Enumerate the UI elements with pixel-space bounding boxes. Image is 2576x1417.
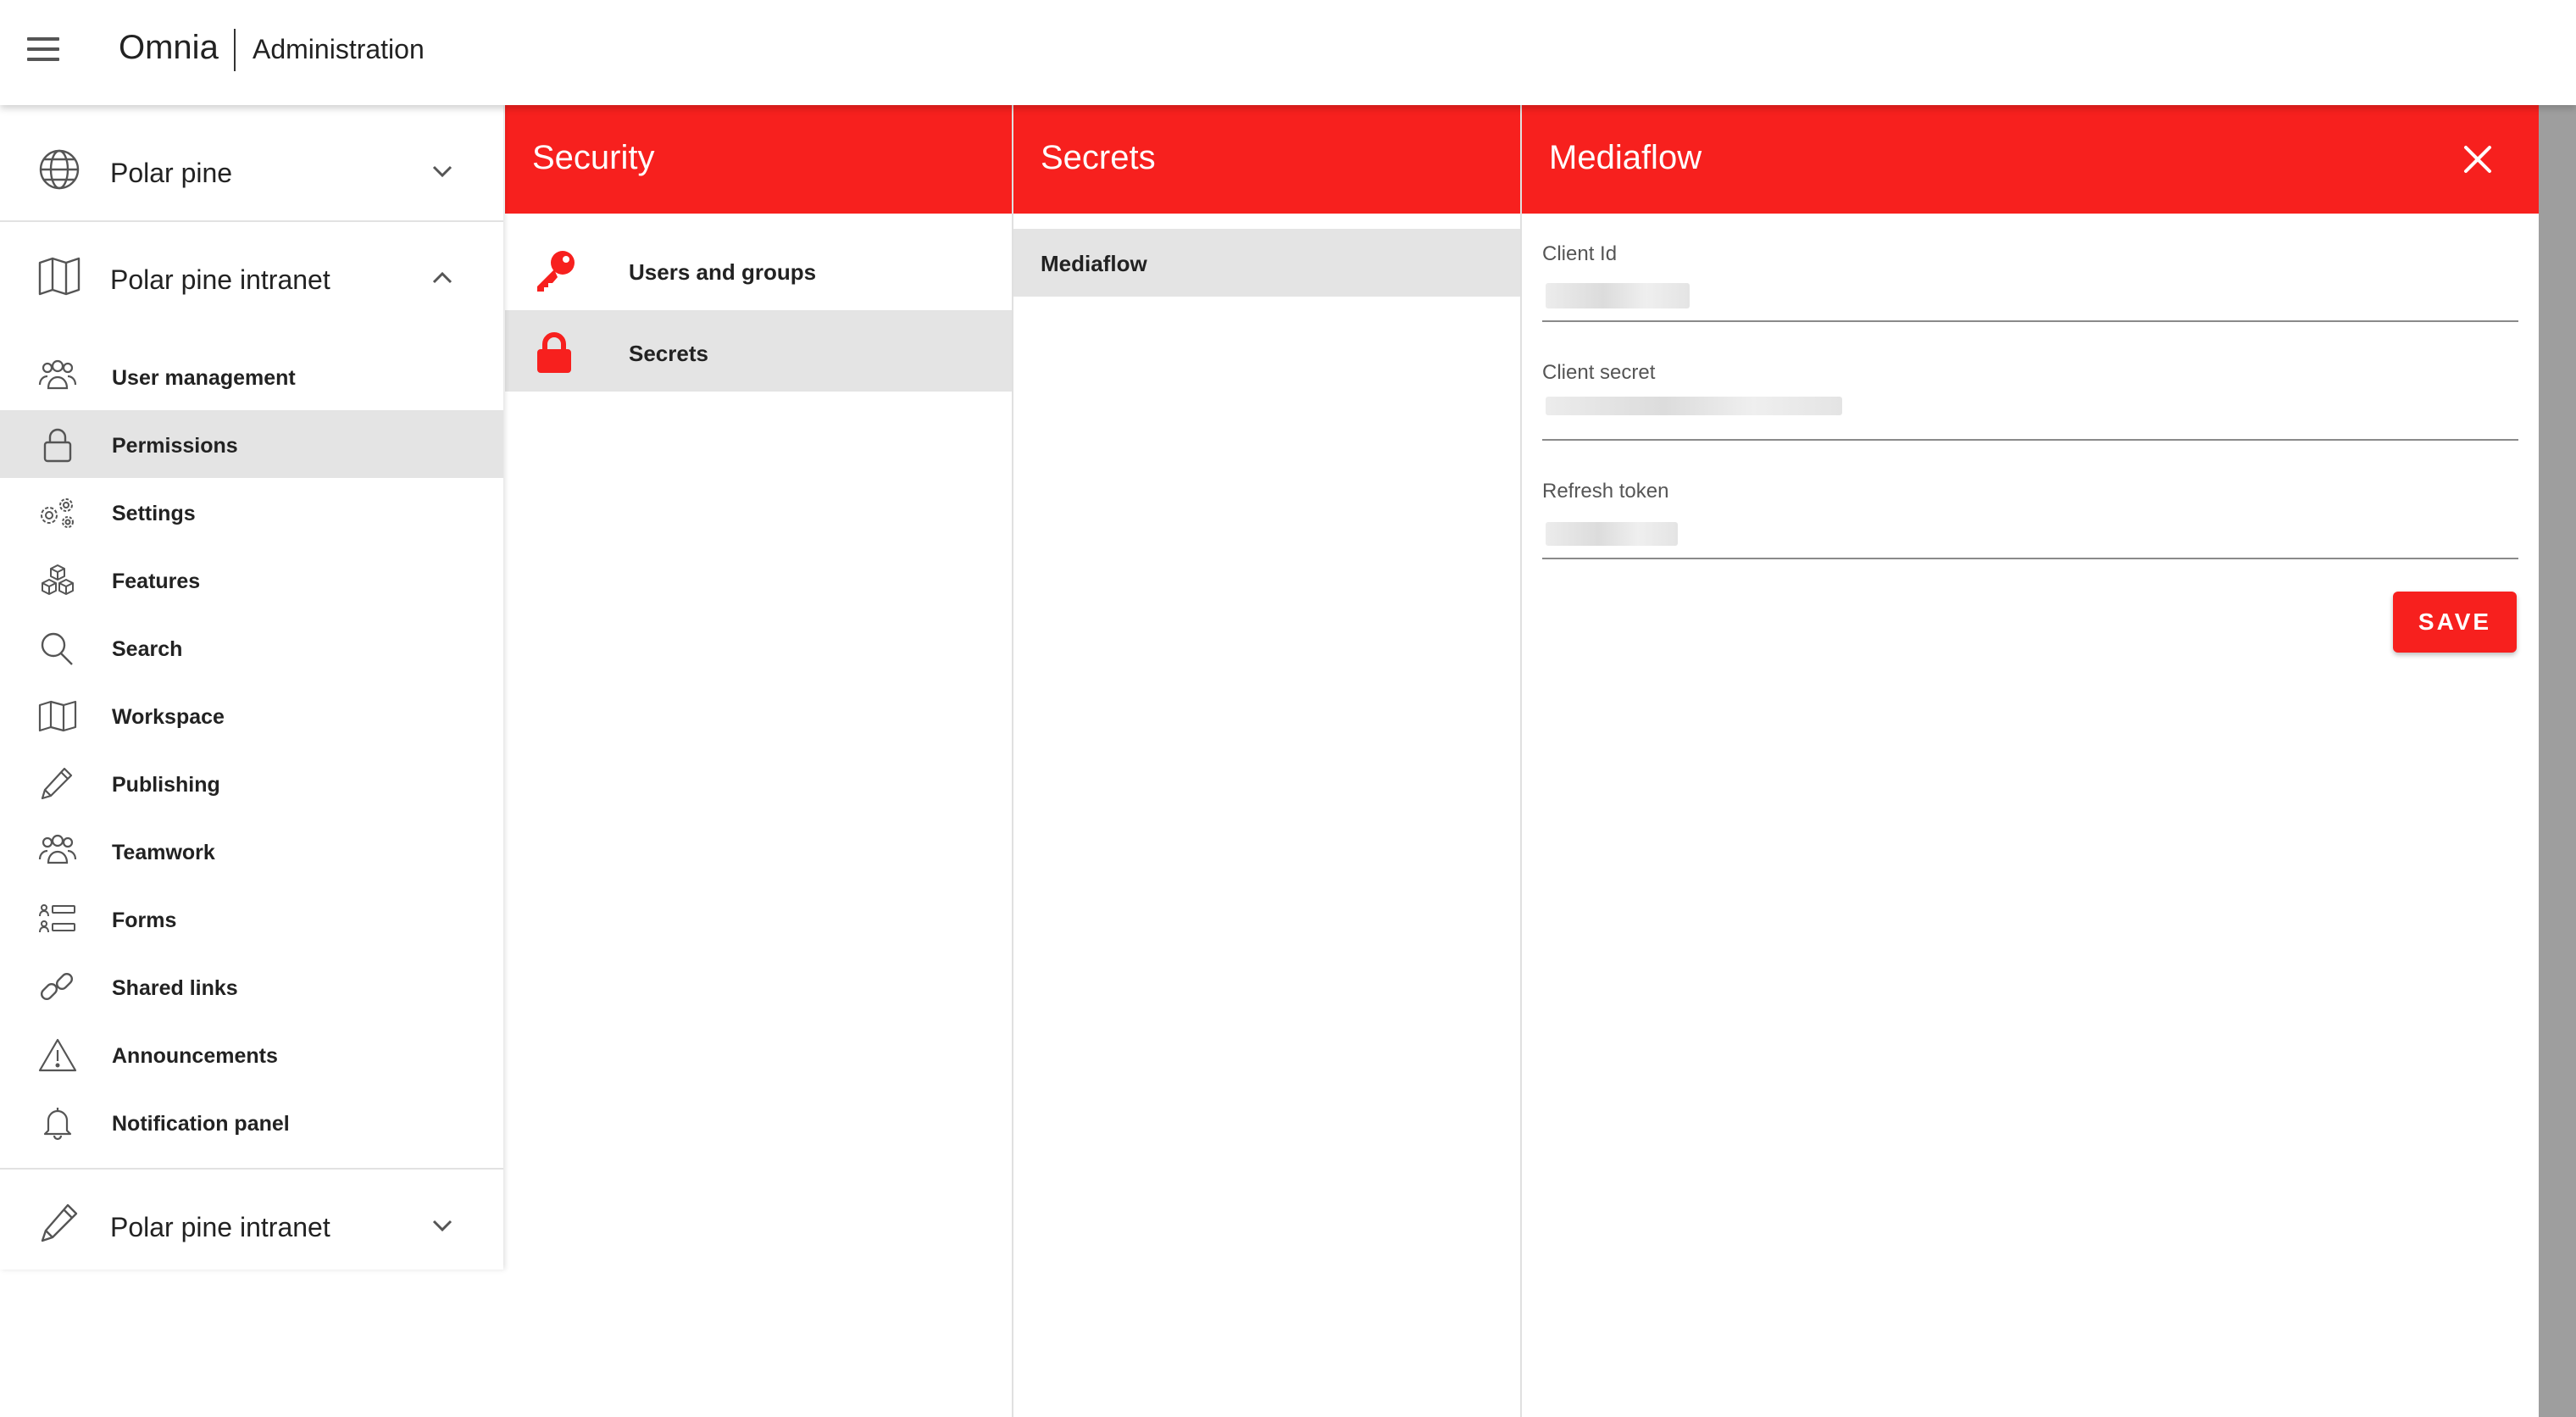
features-icon <box>42 564 74 595</box>
top-app-bar: Omnia Administration <box>0 0 2576 105</box>
list-item-label: Users and groups <box>629 259 817 285</box>
forms-icon <box>39 904 75 933</box>
panel-title: Secrets <box>1041 139 1156 176</box>
save-button[interactable]: SAVE <box>2393 592 2517 653</box>
sidebar-item-label: Settings <box>112 502 196 525</box>
close-icon[interactable] <box>2461 142 2495 176</box>
field-label: Client secret <box>1542 361 1656 384</box>
chevron-down-icon[interactable] <box>427 1210 458 1241</box>
security-panel-header: Security <box>505 105 1012 214</box>
sidebar-item-label: Publishing <box>112 773 220 797</box>
chevron-down-icon[interactable] <box>427 156 458 186</box>
map-icon <box>38 257 80 296</box>
panel-title: Security <box>532 139 655 176</box>
link-icon <box>40 972 74 1001</box>
search-icon <box>41 632 73 665</box>
brand-divider <box>234 29 236 71</box>
refresh-token-input[interactable] <box>1542 515 2518 559</box>
client-id-input[interactable] <box>1542 278 2518 322</box>
users-icon <box>38 359 77 390</box>
lock-icon <box>537 332 571 373</box>
sidebar-item-settings[interactable]: Settings <box>0 478 503 546</box>
users-icon <box>38 834 77 864</box>
menu-icon[interactable] <box>27 37 61 63</box>
client-secret-input[interactable] <box>1542 397 2518 441</box>
key-icon <box>537 251 575 292</box>
sidebar-item-label: Announcements <box>112 1044 278 1068</box>
settings-icon <box>41 498 74 528</box>
refresh-token-field-group: Refresh token <box>1542 480 2518 575</box>
tenant-label: Polar pine intranet <box>110 1212 330 1242</box>
sidebar-item-label: Forms <box>112 909 177 932</box>
map-icon <box>38 700 77 732</box>
sidebar-item-label: Teamwork <box>112 841 215 864</box>
tenant-label: Polar pine intranet <box>110 264 330 295</box>
sidebar-item-label: Features <box>112 570 201 593</box>
scrollbar[interactable] <box>2539 105 2576 1417</box>
sidebar-item-teamwork[interactable]: Teamwork <box>0 817 503 885</box>
sidebar-item-publishing[interactable]: Publishing <box>0 749 503 817</box>
section-title: Administration <box>253 34 425 64</box>
sidebar-item-features[interactable]: Features <box>0 546 503 614</box>
sidebar-item-label: Shared links <box>112 976 238 1000</box>
globe-icon <box>39 149 80 190</box>
sidebar-item-label: Permissions <box>112 434 238 458</box>
detail-panel: Mediaflow Client Id Client secret Refres… <box>1522 105 2539 1417</box>
sidebar-item-label: User management <box>112 366 296 390</box>
sidebar-item-shared-links[interactable]: Shared links <box>0 953 503 1020</box>
secret-item-mediaflow[interactable]: Mediaflow <box>1013 229 1520 297</box>
panel-title: Mediaflow <box>1549 139 1702 176</box>
sidebar-item-permissions[interactable]: Permissions <box>0 410 503 478</box>
warning-icon <box>38 1038 77 1072</box>
tenant-polar-pine-intranet[interactable]: Polar pine intranet <box>0 222 503 327</box>
detail-panel-header: Mediaflow <box>1522 105 2539 214</box>
sidebar-item-user-management[interactable]: User management <box>0 342 503 410</box>
pencil-icon <box>41 767 73 800</box>
pencil-icon <box>41 1203 78 1242</box>
security-item-secrets[interactable]: Secrets <box>505 310 1012 392</box>
sidebar-item-notification-panel[interactable]: Notification panel <box>0 1088 503 1156</box>
list-item-label: Mediaflow <box>1041 251 1147 276</box>
field-label: Refresh token <box>1542 480 1669 503</box>
secrets-panel-header: Secrets <box>1013 105 1520 214</box>
sidebar-empty-area <box>0 1270 503 1417</box>
sidebar-item-search[interactable]: Search <box>0 614 503 681</box>
bell-icon <box>43 1108 72 1141</box>
tenant-polar-pine-intranet-publishing[interactable]: Polar pine intranet <box>0 1170 503 1275</box>
security-panel: Security Users and groups Secrets <box>505 105 1013 1417</box>
sidebar-item-workspace[interactable]: Workspace <box>0 681 503 749</box>
sidebar: Polar pine Polar pine intranet User mana… <box>0 105 503 1270</box>
tenant-label: Polar pine <box>110 158 233 188</box>
list-item-label: Secrets <box>629 341 708 366</box>
client-id-field-group: Client Id <box>1542 242 2518 337</box>
security-item-users-and-groups[interactable]: Users and groups <box>505 229 1012 310</box>
brand-name: Omnia <box>119 29 219 66</box>
sidebar-item-label: Notification panel <box>112 1112 290 1136</box>
chevron-up-icon[interactable] <box>427 263 458 293</box>
field-label: Client Id <box>1542 242 1618 265</box>
sidebar-item-forms[interactable]: Forms <box>0 885 503 953</box>
secrets-panel: Secrets Mediaflow <box>1013 105 1522 1417</box>
sidebar-item-label: Search <box>112 637 183 661</box>
lock-icon <box>43 428 72 463</box>
tenant-polar-pine[interactable]: Polar pine <box>0 115 503 220</box>
sidebar-item-label: Workspace <box>112 705 225 729</box>
sidebar-item-announcements[interactable]: Announcements <box>0 1020 503 1088</box>
client-secret-field-group: Client secret <box>1542 361 2518 456</box>
